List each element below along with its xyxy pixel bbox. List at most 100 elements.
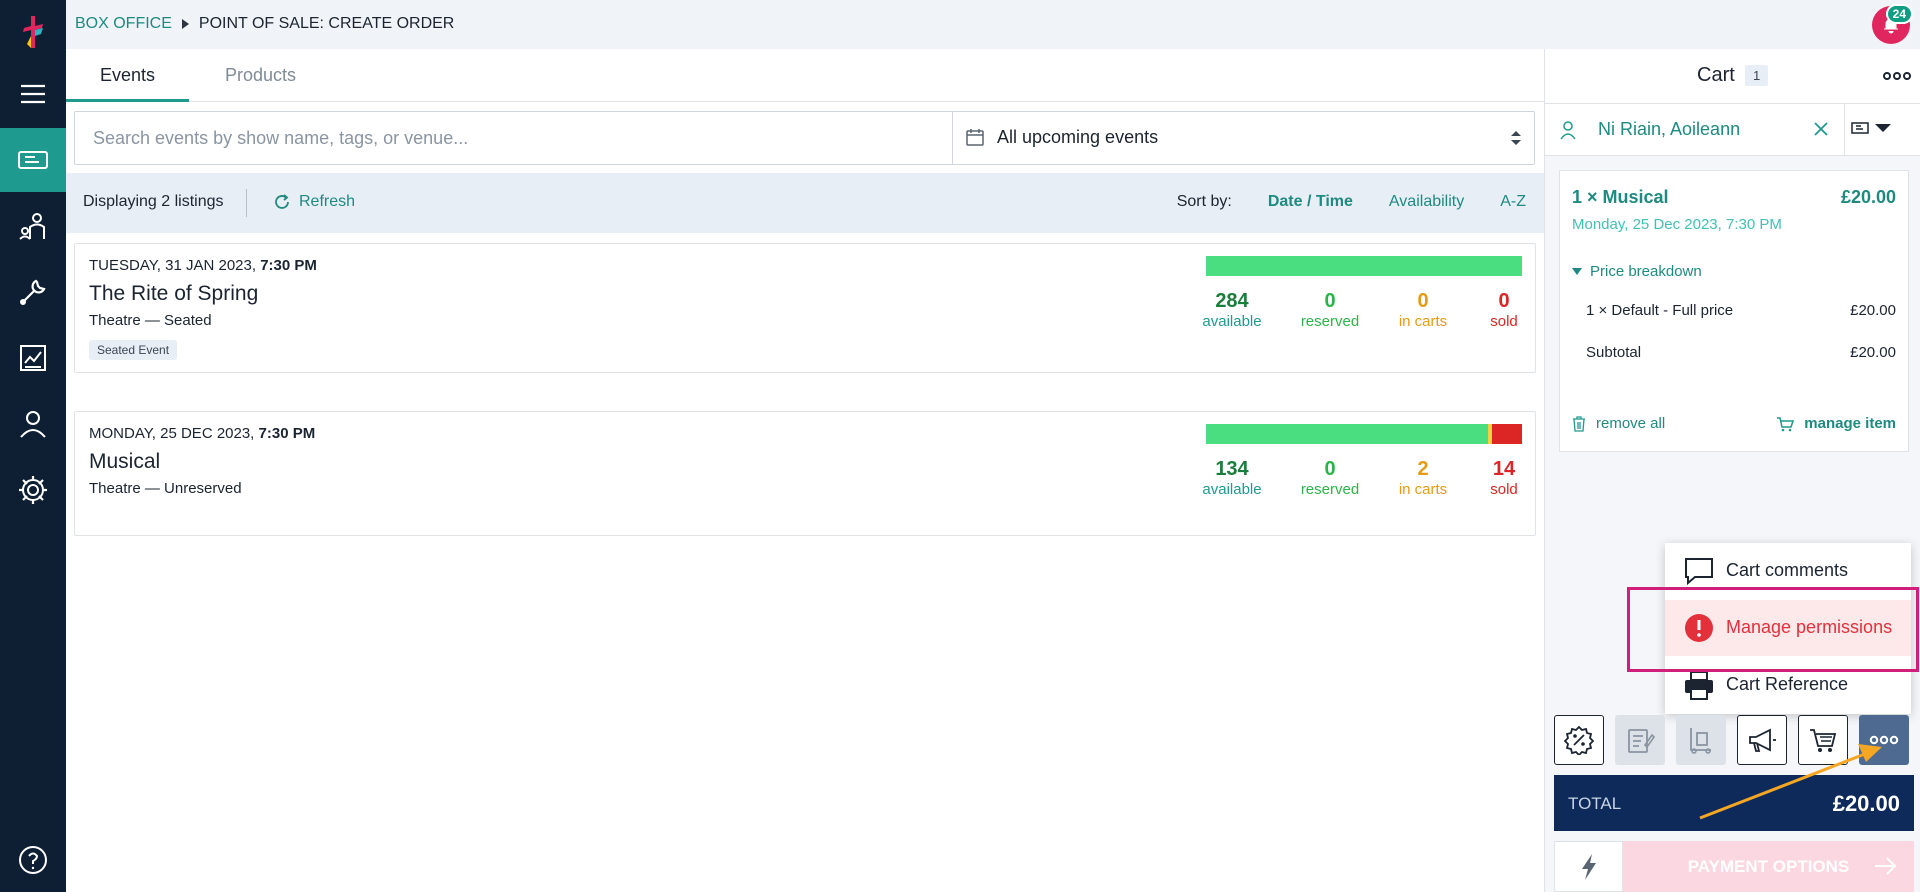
- payment-options-button[interactable]: PAYMENT OPTIONS: [1623, 841, 1914, 892]
- remove-all-button[interactable]: remove all: [1572, 415, 1665, 432]
- stat-sold-label: sold: [1490, 313, 1518, 330]
- refresh-button[interactable]: Refresh: [273, 193, 355, 211]
- event-date: TUESDAY, 31 JAN 2023, 7:30 PM: [89, 257, 317, 274]
- stat-sold-label: sold: [1490, 481, 1518, 498]
- ticket-type-dropdown[interactable]: [1851, 121, 1891, 135]
- event-filter-select[interactable]: All upcoming events: [952, 112, 1534, 164]
- menu-icon[interactable]: [0, 62, 66, 126]
- capacity-bar: [1206, 424, 1522, 444]
- divider: [246, 189, 247, 217]
- listing-toolbar: Displaying 2 listings Refresh Sort by: D…: [66, 173, 1544, 233]
- stat-available-count: 284: [1215, 290, 1249, 312]
- user-icon[interactable]: [0, 392, 66, 456]
- edit-notes-icon: [1628, 729, 1655, 753]
- payment-options-label: PAYMENT OPTIONS: [1687, 856, 1850, 876]
- more-options-icon: [1869, 735, 1899, 745]
- refresh-label: Refresh: [299, 193, 356, 210]
- cart-toolbar: [1554, 715, 1914, 765]
- listing-count: Displaying 2 listings: [83, 193, 224, 210]
- sort-a-z[interactable]: A-Z: [1500, 193, 1526, 211]
- stat-available-count: 134: [1215, 458, 1249, 480]
- notification-count-badge: 24: [1885, 4, 1913, 24]
- breadcrumb: BOX OFFICE POINT OF SALE: CREATE ORDER: [75, 15, 454, 33]
- event-listing[interactable]: TUESDAY, 31 JAN 2023, 7:30 PM The Rite o…: [74, 243, 1536, 373]
- annotation-highlight-box: [1627, 587, 1919, 672]
- event-stats: 134 available 0 reserved 2 in carts 14 sold: [1202, 458, 1522, 502]
- notifications-button[interactable]: 24: [1872, 4, 1913, 44]
- help-icon[interactable]: [0, 828, 66, 892]
- subtotal-value: £20.00: [1850, 344, 1896, 361]
- marketing-button[interactable]: [1737, 715, 1787, 765]
- remove-all-label: remove all: [1596, 415, 1666, 432]
- settings-icon[interactable]: [0, 458, 66, 522]
- event-venue: Theatre — Unreserved: [89, 480, 242, 497]
- delivery-icon: [1690, 728, 1711, 754]
- people-icon[interactable]: [0, 194, 66, 258]
- cart-item-date: Monday, 25 Dec 2023, 7:30 PM: [1572, 216, 1782, 233]
- notes-button[interactable]: [1615, 715, 1665, 765]
- sort-availability[interactable]: Availability: [1389, 193, 1464, 211]
- app-logo[interactable]: [17, 14, 49, 50]
- refresh-icon: [275, 194, 289, 209]
- event-filter-value: All upcoming events: [997, 127, 1159, 147]
- event-venue: Theatre — Seated: [89, 312, 212, 329]
- delivery-button[interactable]: [1676, 715, 1726, 765]
- tab-events[interactable]: Events: [66, 49, 190, 102]
- sort-label: Sort by:: [1176, 193, 1232, 210]
- subtotal-line: Subtotal £20.00: [1586, 344, 1896, 361]
- more-options-icon[interactable]: [1883, 71, 1911, 81]
- event-time: 7:30 PM: [260, 257, 317, 274]
- arrow-right-icon: [1875, 857, 1897, 875]
- stat-reserved-label: reserved: [1300, 313, 1360, 330]
- manage-item-button[interactable]: manage item: [1776, 415, 1896, 432]
- quick-pay-button[interactable]: [1554, 841, 1623, 892]
- event-date: MONDAY, 25 DEC 2023, 7:30 PM: [89, 425, 315, 442]
- ticket-icon[interactable]: [0, 128, 66, 192]
- stat-in-carts-label: in carts: [1398, 313, 1448, 330]
- basket-button[interactable]: [1798, 715, 1848, 765]
- payment-row: PAYMENT OPTIONS: [1554, 841, 1914, 892]
- stat-in-carts-count: 2: [1417, 458, 1429, 480]
- stat-reserved-count: 0: [1324, 458, 1336, 480]
- wrench-icon[interactable]: [0, 260, 66, 324]
- capacity-available-segment: [1206, 424, 1489, 444]
- price-breakdown-toggle[interactable]: Price breakdown: [1572, 263, 1702, 280]
- cart-header: Cart 1: [1545, 49, 1920, 104]
- search-input[interactable]: [75, 112, 951, 164]
- sidebar: [0, 0, 66, 892]
- event-title: The Rite of Spring: [89, 282, 259, 305]
- cart-icon: [1777, 416, 1795, 431]
- cart-title: Cart: [1697, 64, 1735, 86]
- breadcrumb-root[interactable]: BOX OFFICE: [75, 15, 172, 33]
- event-time: 7:30 PM: [258, 425, 316, 442]
- customer-row: Ni Riain, Aoileann: [1545, 104, 1920, 156]
- select-arrows-icon: [1511, 131, 1521, 145]
- tab-bar: Events Products: [66, 49, 1544, 102]
- total-value: £20.00: [1832, 791, 1900, 816]
- lightning-icon: [1581, 853, 1596, 880]
- clear-customer-icon[interactable]: [1811, 119, 1831, 139]
- megaphone-icon: [1749, 728, 1776, 752]
- sort-options: Sort by: Date / Time Availability A-Z: [1177, 193, 1526, 211]
- event-tag: Seated Event: [89, 340, 178, 360]
- sort-date-time[interactable]: Date / Time: [1268, 193, 1353, 211]
- total-label: TOTAL: [1568, 794, 1622, 813]
- price-breakdown-label: Price breakdown: [1590, 263, 1702, 280]
- event-stats: 284 available 0 reserved 0 in carts 0 sold: [1202, 290, 1522, 334]
- calendar-icon: [966, 129, 984, 146]
- printer-icon: [1685, 671, 1713, 700]
- menu-item-label: Cart comments: [1726, 560, 1849, 580]
- event-listing[interactable]: MONDAY, 25 DEC 2023, 7:30 PM Musical The…: [74, 411, 1536, 536]
- more-actions-button[interactable]: [1859, 715, 1909, 765]
- subtotal-label: Subtotal: [1586, 344, 1642, 361]
- tab-products[interactable]: Products: [191, 49, 330, 102]
- customer-name[interactable]: Ni Riain, Aoileann: [1598, 119, 1740, 140]
- stat-in-carts-label: in carts: [1398, 481, 1448, 498]
- chevron-down-icon: [1875, 124, 1891, 132]
- event-title: Musical: [89, 450, 161, 473]
- reports-icon[interactable]: [0, 326, 66, 390]
- capacity-sold-segment: [1492, 424, 1522, 444]
- top-bar: BOX OFFICE POINT OF SALE: CREATE ORDER 2…: [66, 0, 1920, 49]
- cart-item: 1 × Musical £20.00 Monday, 25 Dec 2023, …: [1559, 170, 1909, 452]
- discount-button[interactable]: [1554, 715, 1604, 765]
